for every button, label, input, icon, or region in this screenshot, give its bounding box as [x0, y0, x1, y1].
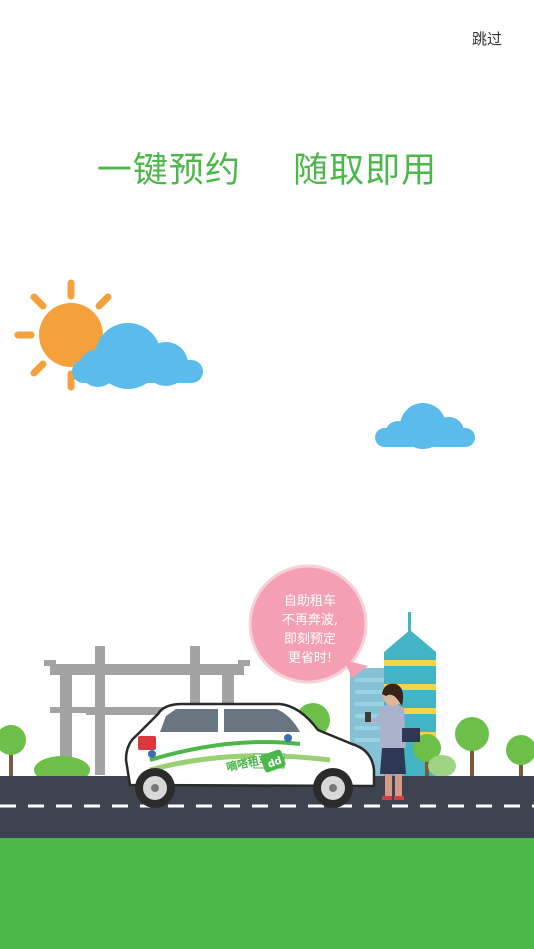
grass	[0, 838, 534, 949]
bubble-line-4: 更省时!	[287, 651, 333, 666]
tree-icon	[455, 717, 489, 776]
bubble-line-3: 即刻预定	[283, 632, 336, 647]
bubble-line-2: 不再奔波,	[281, 613, 339, 628]
tree-icon	[506, 735, 534, 776]
speech-bubble-text: 自助租车 不再奔波, 即刻预定 更省时!	[262, 592, 358, 668]
cloud-icon	[375, 403, 475, 449]
bubble-line-1: 自助租车	[283, 594, 336, 609]
tree-icon	[0, 725, 26, 776]
tree-icon	[428, 755, 456, 777]
illustration	[0, 279, 534, 949]
